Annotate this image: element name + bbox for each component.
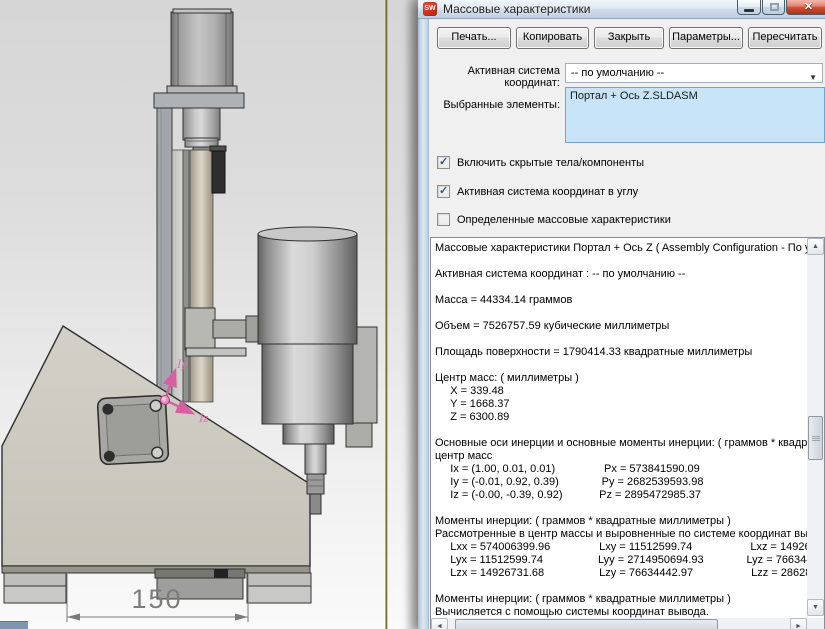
dialog-titlebar[interactable]: SW Массовые характеристики ✕ (418, 0, 825, 19)
z-axis-column (154, 9, 261, 402)
chevron-down-icon[interactable]: ▼ (809, 69, 817, 87)
scroll-up-icon[interactable]: ▲ (807, 238, 824, 255)
report-text[interactable]: Массовые характеристики Портал + Ось Z (… (431, 238, 807, 629)
check-icon: ✓ (439, 184, 448, 197)
checkbox-label: Включить скрытые тела/компоненты (457, 157, 644, 169)
horizontal-scroll-thumb[interactable] (455, 619, 718, 629)
dialog-body: Печать... Копировать Закрыть Параметры..… (429, 19, 825, 629)
dialog-title: Массовые характеристики (443, 2, 590, 16)
vertical-scroll-thumb[interactable] (808, 416, 823, 460)
checkbox-coord-corner[interactable]: ✓ (437, 185, 450, 198)
horizontal-scrollbar[interactable]: ◄ ► (431, 618, 824, 629)
bottom-left-ui-fragment (0, 621, 28, 629)
mass-properties-report[interactable]: Массовые характеристики Портал + Ось Z (… (430, 237, 825, 629)
close-icon: ✕ (787, 0, 825, 14)
scroll-down-icon[interactable]: ▼ (807, 599, 824, 616)
mass-properties-dialog: SW Массовые характеристики ✕ Печать... К… (418, 0, 825, 629)
checkbox-assigned-mass[interactable]: ✓ (437, 213, 450, 226)
checkbox-hidden-bodies[interactable]: ✓ (437, 156, 450, 169)
options-button[interactable]: Параметры... (669, 27, 743, 49)
base-access-plate (97, 395, 168, 464)
scroll-left-icon[interactable]: ◄ (431, 618, 448, 629)
checkbox-label: Активная система координат в углу (457, 186, 638, 198)
minimize-icon (744, 9, 754, 12)
close-button[interactable]: ✕ (786, 0, 825, 15)
checkbox-label: Определенные массовые характеристики (457, 214, 671, 226)
recalculate-button[interactable]: Пересчитать (748, 27, 822, 49)
cad-viewport[interactable]: 150 Iy Iz (0, 0, 420, 629)
maximize-icon (770, 3, 779, 11)
axis-iy-label: Iy (176, 356, 187, 371)
dimension-value: 150 (131, 584, 182, 614)
viewport-active-border (386, 0, 388, 629)
solidworks-icon: SW (423, 2, 437, 16)
axis-iz-label: Iz (198, 410, 208, 425)
selected-items-list[interactable]: Портал + Ось Z.SLDASM (565, 87, 825, 143)
spindle-motor (258, 227, 377, 447)
coord-system-dropdown[interactable]: -- по умолчанию -- ▼ (565, 63, 823, 83)
scroll-right-icon[interactable]: ► (790, 618, 807, 629)
maximize-button[interactable] (762, 0, 785, 15)
coord-system-label: Активная система координат: (433, 65, 560, 89)
selected-item[interactable]: Портал + Ось Z.SLDASM (570, 90, 820, 102)
print-button[interactable]: Печать... (437, 27, 511, 49)
check-icon: ✓ (439, 155, 448, 168)
coord-system-value: -- по умолчанию -- (571, 67, 664, 79)
vertical-scrollbar[interactable]: ▲ ▼ (807, 238, 824, 616)
copy-button[interactable]: Копировать (516, 27, 589, 49)
selected-items-label: Выбранные элементы: (433, 99, 560, 111)
cad-model: 150 Iy Iz (0, 0, 420, 629)
minimize-button[interactable] (737, 0, 761, 15)
close-dlg-button[interactable]: Закрыть (594, 27, 664, 49)
screen: 150 Iy Iz SW Массовые характеристики ✕ (0, 0, 825, 629)
dialog-frame-edge (418, 19, 429, 629)
scrollbar-corner (807, 618, 824, 629)
